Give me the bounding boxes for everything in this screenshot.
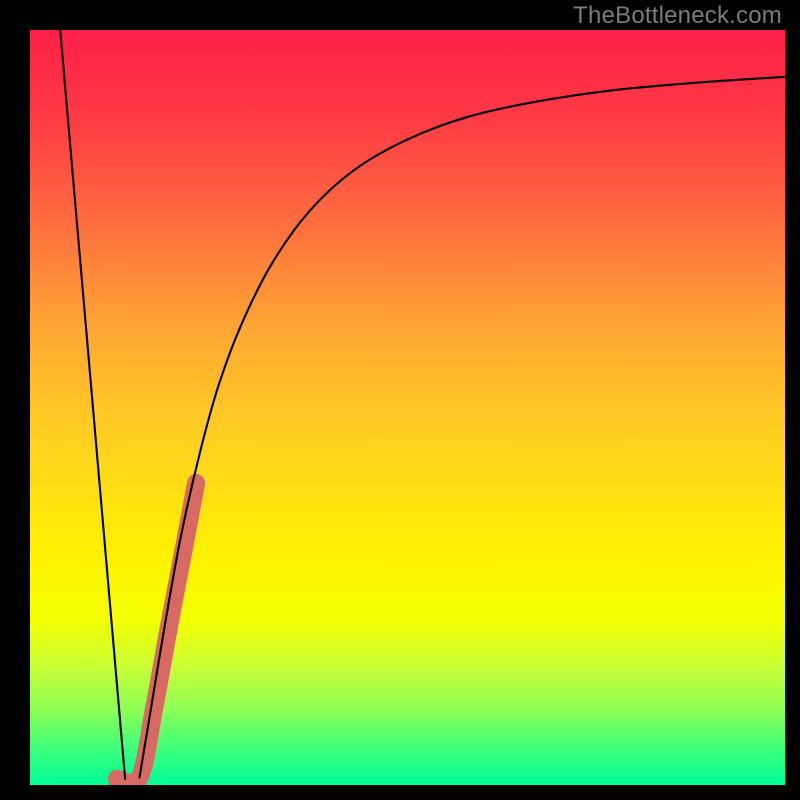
watermark-text: TheBottleneck.com: [573, 2, 782, 30]
plot-area: [30, 30, 785, 785]
chart-frame: TheBottleneck.com: [0, 0, 800, 800]
background-gradient: [30, 30, 785, 785]
